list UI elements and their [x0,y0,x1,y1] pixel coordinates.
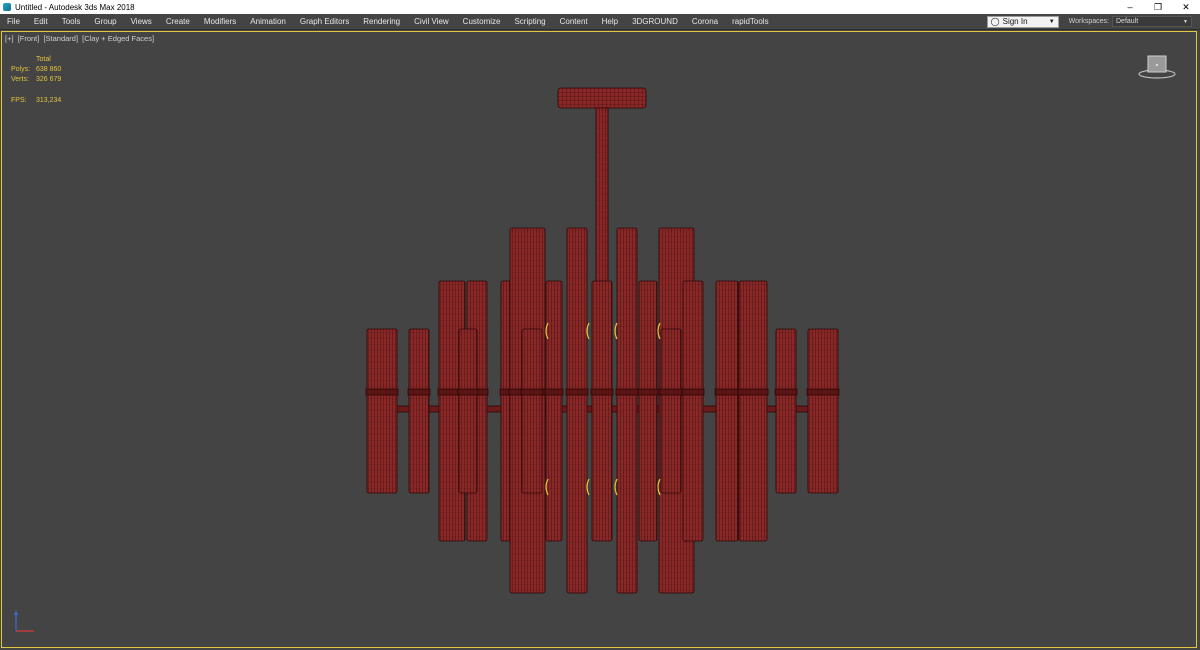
tube-band [659,388,683,396]
tube-band [737,388,769,396]
chandelier-tube [638,280,658,542]
menu-file[interactable]: File [0,17,27,26]
menu-modifiers[interactable]: Modifiers [197,17,243,26]
menu-content[interactable]: Content [553,17,595,26]
menu-rendering[interactable]: Rendering [356,17,407,26]
user-icon: ◯ [990,17,1000,26]
chandelier-tube [738,280,768,542]
menu-civil-view[interactable]: Civil View [407,17,456,26]
tube-band [637,388,659,396]
chandelier-tube [715,280,739,542]
menu-edit[interactable]: Edit [27,17,55,26]
restore-button[interactable]: ❐ [1144,0,1172,14]
menu-rapidtools[interactable]: rapidTools [725,17,775,26]
menu-help[interactable]: Help [595,17,625,26]
chandelier-tube [682,280,704,542]
tube-band [520,388,544,396]
workspace-value: Default [1116,18,1139,25]
chandelier-tube [591,280,613,542]
menu-scripting[interactable]: Scripting [507,17,552,26]
menu-group[interactable]: Group [87,17,123,26]
chandelier-model[interactable] [2,32,1196,647]
chevron-down-icon: ▼ [1048,18,1055,25]
chandelier-tube [408,328,430,494]
minimize-button[interactable]: – [1116,0,1144,14]
tube-band [774,388,798,396]
sign-in-label: Sign In [1002,17,1028,26]
chandelier-tube [660,328,682,494]
tube-band [714,388,740,396]
tube-band [544,388,564,396]
tube-band [806,388,840,396]
workspace-select[interactable]: Default ▼ [1112,16,1192,27]
tube-band [590,388,614,396]
workspaces-label: Workspaces: [1068,18,1109,25]
sign-in-dropdown[interactable]: ◯ Sign In ▼ [986,15,1059,28]
menu-customize[interactable]: Customize [456,17,508,26]
tube-band [681,388,705,396]
window-titlebar: Untitled - Autodesk 3ds Max 2018 – ❐ ✕ [0,0,1200,14]
chevron-down-icon: ▼ [1183,18,1188,25]
menu-views[interactable]: Views [124,17,159,26]
front-viewport[interactable]: [+] [Front] [Standard] [Clay + Edged Fac… [1,31,1197,648]
menu-animation[interactable]: Animation [243,17,293,26]
chandelier-tube [545,280,563,542]
tube-band [365,388,399,396]
chandelier-tube [566,227,588,594]
chandelier-tube [775,328,797,494]
menu-create[interactable]: Create [159,17,197,26]
menu-graph-editors[interactable]: Graph Editors [293,17,356,26]
main-menu-bar: File Edit Tools Group Views Create Modif… [0,14,1200,30]
chandelier-stem [595,107,609,284]
chandelier-tube [521,328,543,494]
chandelier-tube [807,328,839,494]
chandelier-canopy [557,87,647,109]
menu-corona[interactable]: Corona [685,17,725,26]
tube-band [565,388,589,396]
menu-3dground[interactable]: 3DGROUND [625,17,685,26]
chandelier-tube [366,328,398,494]
tube-band [457,388,479,396]
close-button[interactable]: ✕ [1172,0,1200,14]
menu-tools[interactable]: Tools [55,17,88,26]
chandelier-tube [616,227,638,594]
chandelier-tube [458,328,478,494]
window-title: Untitled - Autodesk 3ds Max 2018 [15,2,135,12]
3dsmax-app-icon [3,3,11,11]
tube-band [407,388,431,396]
tube-band [615,388,639,396]
